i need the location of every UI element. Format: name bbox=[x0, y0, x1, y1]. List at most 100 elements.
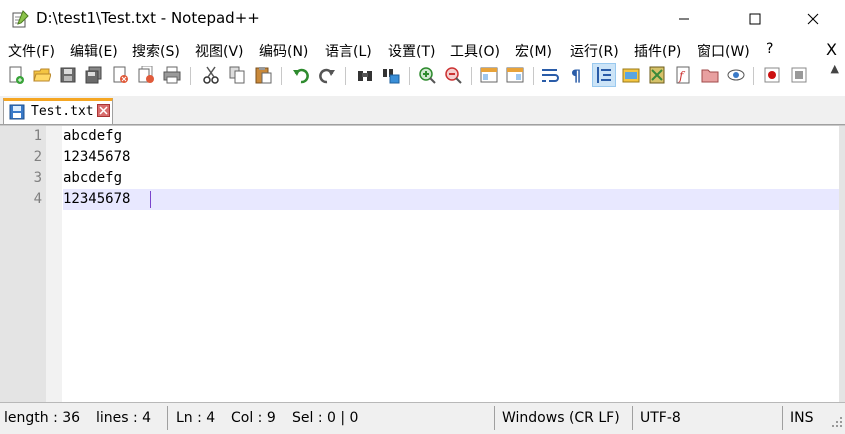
window-title: D:\test1\Test.txt - Notepad++ bbox=[36, 9, 260, 27]
toolbar-separator bbox=[345, 67, 346, 85]
status-lines: lines : 4 bbox=[96, 410, 152, 426]
status-insert-mode[interactable]: INS bbox=[790, 410, 814, 426]
stop-icon bbox=[791, 67, 807, 83]
tab-close-button[interactable] bbox=[97, 104, 110, 117]
menu-help[interactable]: ? bbox=[766, 41, 773, 57]
redo-icon bbox=[319, 68, 335, 84]
tab-test-txt[interactable]: Test.txt bbox=[3, 98, 113, 124]
save-button[interactable] bbox=[57, 64, 79, 86]
menu-encoding[interactable]: 编码(N) bbox=[259, 41, 308, 61]
minimize-button[interactable] bbox=[661, 0, 707, 38]
user-defined-lang-button[interactable] bbox=[620, 64, 642, 86]
menu-search[interactable]: 搜索(S) bbox=[132, 41, 180, 61]
editor-area[interactable]: 1 2 3 4 abcdefg 12345678 abcdefg 1234567… bbox=[0, 125, 845, 402]
close-icon bbox=[807, 13, 819, 25]
show-all-chars-button[interactable]: ¶ bbox=[565, 64, 587, 86]
toolbar-separator bbox=[753, 67, 754, 85]
sync-vertical-button[interactable] bbox=[478, 64, 500, 86]
save-all-icon bbox=[85, 66, 102, 84]
find-button[interactable] bbox=[354, 64, 376, 86]
undo-button[interactable] bbox=[290, 64, 312, 86]
record-icon bbox=[764, 67, 780, 83]
binoculars-icon bbox=[358, 71, 372, 81]
menu-window[interactable]: 窗口(W) bbox=[697, 41, 750, 61]
monitoring-button[interactable] bbox=[725, 64, 747, 86]
current-line-text: 12345678 bbox=[63, 191, 131, 207]
toolbar: ¶ f ▲ bbox=[0, 62, 845, 90]
code-line[interactable]: abcdefg bbox=[63, 168, 839, 189]
stop-record-button[interactable] bbox=[788, 64, 810, 86]
open-file-button[interactable] bbox=[31, 64, 53, 86]
status-separator bbox=[782, 406, 783, 430]
close-window-button[interactable] bbox=[790, 0, 836, 38]
title-bar: D:\test1\Test.txt - Notepad++ bbox=[0, 0, 845, 38]
zoom-in-button[interactable] bbox=[416, 64, 438, 86]
menu-run[interactable]: 运行(R) bbox=[570, 41, 619, 61]
zoom-in-icon bbox=[419, 67, 436, 84]
status-selection: Sel : 0 | 0 bbox=[292, 410, 359, 426]
fold-margin[interactable] bbox=[46, 126, 62, 402]
new-file-button[interactable] bbox=[5, 64, 27, 86]
status-column: Col : 9 bbox=[231, 410, 276, 426]
record-macro-button[interactable] bbox=[761, 64, 783, 86]
menu-view[interactable]: 视图(V) bbox=[195, 41, 244, 61]
toolbar-separator bbox=[533, 67, 534, 85]
status-bar: length : 36 lines : 4 Ln : 4 Col : 9 Sel… bbox=[0, 402, 845, 434]
current-code-line[interactable]: 12345678 bbox=[63, 189, 839, 210]
menu-file[interactable]: 文件(F) bbox=[8, 41, 55, 61]
menu-macro[interactable]: 宏(M) bbox=[515, 41, 552, 61]
function-list-button[interactable]: f bbox=[672, 64, 694, 86]
close-document-button[interactable]: X bbox=[826, 40, 837, 59]
status-encoding[interactable]: UTF-8 bbox=[640, 410, 681, 426]
sync-horizontal-scroll-icon bbox=[506, 67, 524, 83]
close-all-button[interactable] bbox=[135, 64, 157, 86]
save-icon bbox=[60, 67, 76, 83]
status-eol-format[interactable]: Windows (CR LF) bbox=[502, 410, 620, 426]
redo-button[interactable] bbox=[316, 64, 338, 86]
menu-plugins[interactable]: 插件(P) bbox=[634, 41, 681, 61]
new-file-icon bbox=[9, 66, 24, 84]
maximize-button[interactable] bbox=[732, 0, 778, 38]
sync-horizontal-button[interactable] bbox=[504, 64, 526, 86]
minimize-icon bbox=[679, 18, 689, 20]
menu-bar: 文件(F) 编辑(E) 搜索(S) 视图(V) 编码(N) 语言(L) 设置(T… bbox=[0, 38, 845, 62]
word-wrap-icon bbox=[542, 69, 559, 82]
indent-guide-button[interactable] bbox=[592, 63, 616, 87]
status-length: length : 36 bbox=[4, 410, 81, 426]
toolbar-separator bbox=[409, 67, 410, 85]
document-map-icon bbox=[649, 66, 665, 84]
text-caret bbox=[150, 191, 151, 208]
cut-button[interactable] bbox=[200, 64, 222, 86]
resize-grip-icon[interactable] bbox=[831, 416, 843, 432]
code-line[interactable]: 12345678 bbox=[63, 147, 839, 168]
close-file-icon bbox=[113, 66, 128, 83]
menu-tools[interactable]: 工具(O) bbox=[450, 41, 500, 61]
paste-button[interactable] bbox=[252, 64, 274, 86]
notepad-plus-plus-icon bbox=[10, 9, 30, 29]
code-line[interactable]: abcdefg bbox=[63, 126, 839, 147]
eye-icon bbox=[727, 69, 745, 81]
scissors-icon bbox=[203, 66, 219, 84]
save-all-button[interactable] bbox=[83, 64, 105, 86]
folder-icon bbox=[701, 69, 719, 83]
folder-as-workspace-button[interactable] bbox=[699, 64, 721, 86]
zoom-out-button[interactable] bbox=[442, 64, 464, 86]
svg-text:¶: ¶ bbox=[571, 66, 581, 84]
zoom-out-icon bbox=[445, 67, 462, 84]
user-defined-language-icon bbox=[622, 68, 640, 83]
doc-map-button[interactable] bbox=[646, 64, 668, 86]
menu-settings[interactable]: 设置(T) bbox=[388, 41, 435, 61]
toolbar-chevron-icon[interactable]: ▲ bbox=[831, 62, 839, 75]
menu-language[interactable]: 语言(L) bbox=[325, 41, 372, 61]
toolbar-separator bbox=[471, 67, 472, 85]
find-replace-icon bbox=[383, 69, 400, 84]
right-margin bbox=[839, 126, 845, 402]
word-wrap-button[interactable] bbox=[539, 64, 561, 86]
folder-open-icon bbox=[33, 68, 51, 82]
menu-edit[interactable]: 编辑(E) bbox=[70, 41, 118, 61]
close-file-button[interactable] bbox=[109, 64, 131, 86]
copy-button[interactable] bbox=[226, 64, 248, 86]
print-button[interactable] bbox=[161, 64, 183, 86]
replace-button[interactable] bbox=[380, 64, 402, 86]
saved-file-icon bbox=[9, 104, 25, 124]
